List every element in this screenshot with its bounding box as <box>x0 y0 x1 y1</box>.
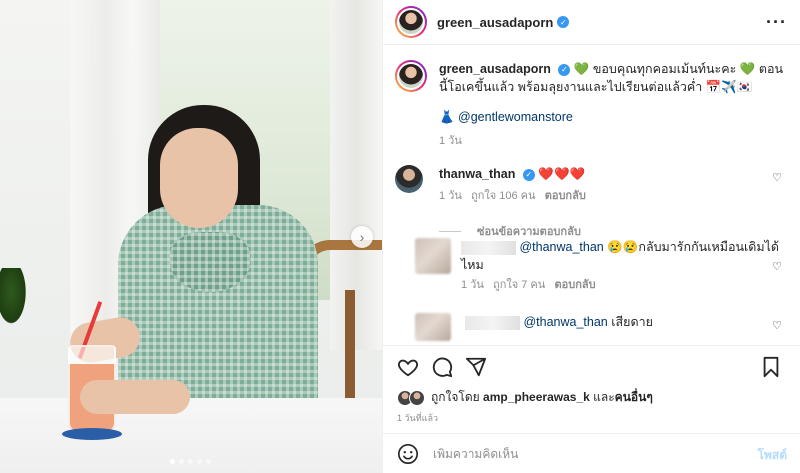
avatar <box>409 389 425 406</box>
avatar[interactable] <box>415 238 451 274</box>
redacted-username <box>465 315 520 330</box>
comment-time: 1 วัน <box>439 190 462 202</box>
comment-icon[interactable] <box>431 356 453 378</box>
carousel-dot <box>179 459 184 464</box>
comment-likes[interactable]: ถูกใจ 106 คน <box>471 190 535 202</box>
others-link[interactable]: คนอื่นๆ <box>615 390 653 404</box>
comment-text: เสียดาย <box>611 315 653 329</box>
reply-item: @thanwa_than เสียดาย ♡ <box>395 313 790 341</box>
liker-username[interactable]: amp_pheerawas_k <box>483 390 590 404</box>
verified-badge-icon: ✓ <box>522 168 535 181</box>
caption-tag[interactable]: 👗 @gentlewomanstore <box>439 108 790 126</box>
reply-button[interactable]: ตอบกลับ <box>545 190 586 202</box>
plant <box>0 268 28 328</box>
more-horizontal-icon[interactable]: ··· <box>766 12 787 33</box>
redacted-username <box>461 240 516 255</box>
comment-likes[interactable]: ถูกใจ 7 คน <box>493 279 545 291</box>
share-icon[interactable] <box>465 356 487 378</box>
carousel-dot <box>188 459 193 464</box>
comment-item: thanwa_than ✓ ❤️❤️❤️ 1 วัน ถูกใจ 106 คน … <box>395 165 790 205</box>
mention-link[interactable]: @thanwa_than <box>519 240 603 254</box>
avatar[interactable] <box>395 6 427 38</box>
avatar[interactable] <box>415 313 451 341</box>
likes-summary: ถูกใจโดย amp_pheerawas_k และคนอื่นๆ <box>397 388 653 407</box>
verified-badge-icon: ✓ <box>557 16 570 28</box>
comment-text: ❤️❤️❤️ <box>538 167 586 181</box>
likes-prefix: ถูกใจโดย <box>431 390 480 404</box>
post-side-panel: green_ausadaporn ✓ ··· green_ausadaporn … <box>382 0 800 473</box>
heart-outline-icon[interactable]: ♡ <box>772 171 782 184</box>
author-username[interactable]: green_ausadaporn <box>437 15 553 30</box>
likes-joiner: และ <box>593 390 615 404</box>
forearm <box>80 380 190 414</box>
woman-face <box>160 128 238 228</box>
post-timestamp: 1 วันที่แล้ว <box>397 413 439 423</box>
post-image[interactable]: › <box>0 0 382 473</box>
comment-input[interactable] <box>433 446 733 461</box>
action-bar <box>383 345 800 385</box>
bookmark-icon[interactable] <box>761 356 781 378</box>
heart-outline-icon[interactable]: ♡ <box>772 319 782 332</box>
instagram-post-modal: › green_ausadaporn ✓ ··· green_ausadapor… <box>0 0 800 473</box>
dress-bow <box>170 232 250 292</box>
caption-username[interactable]: green_ausadaporn <box>439 62 551 76</box>
chevron-right-icon: › <box>359 229 365 245</box>
heart-outline-icon[interactable]: ♡ <box>772 260 782 273</box>
heart-icon[interactable] <box>397 356 419 378</box>
avatar[interactable] <box>395 165 423 193</box>
carousel-dot <box>197 459 202 464</box>
next-image-button[interactable]: › <box>351 226 373 248</box>
post-caption: green_ausadaporn ✓ 💚 ขอบคุณทุกคอมเม้นท์น… <box>395 60 790 150</box>
reply-button[interactable]: ตอบกลับ <box>554 279 595 291</box>
post-header: green_ausadaporn ✓ ··· <box>383 0 800 45</box>
mention-link[interactable]: @thanwa_than <box>523 315 607 329</box>
carousel-dots <box>170 459 211 464</box>
verified-badge-icon: ✓ <box>558 63 571 76</box>
comment-composer: โพสต์ <box>383 433 800 473</box>
carousel-dot <box>206 459 211 464</box>
blue-coaster <box>62 428 122 440</box>
carousel-dot <box>170 459 175 464</box>
avatar[interactable] <box>395 60 427 92</box>
comment-time: 1 วัน <box>461 279 484 291</box>
emoji-icon[interactable] <box>397 443 419 465</box>
caption-time: 1 วัน <box>439 135 462 147</box>
post-button[interactable]: โพสต์ <box>758 446 787 465</box>
comment-username[interactable]: thanwa_than <box>439 167 515 181</box>
reply-item: @thanwa_than 😢😢กลับมารักกันเหมือนเดิมได้… <box>395 238 790 294</box>
